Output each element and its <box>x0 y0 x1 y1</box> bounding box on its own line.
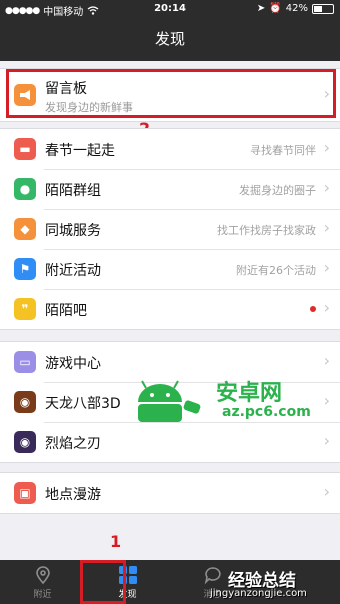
list-item-sub: 找工作找房子找家政 <box>217 224 316 237</box>
chevron-right-icon: › <box>323 482 330 501</box>
chevron-right-icon: › <box>323 178 330 197</box>
android-watermark-icon <box>138 380 201 422</box>
chevron-right-icon: › <box>323 138 330 157</box>
page-title: 发现 <box>154 30 185 48</box>
game-avatar-icon: ◉ <box>14 431 36 453</box>
gamepad-icon: ▭ <box>14 351 36 373</box>
list-item-label: 春节一起走 <box>45 143 115 159</box>
unread-dot <box>310 306 316 312</box>
list-item-sub: 发掘身边的圈子 <box>239 184 316 197</box>
chevron-right-icon: › <box>323 391 330 410</box>
list-item-nearby-events[interactable]: ⚑ 附近活动 附近有26个活动 › <box>0 249 340 289</box>
list-item-sub: 寻找春节同伴 <box>250 144 316 157</box>
chevron-right-icon: › <box>323 298 330 317</box>
chat-bubble-icon <box>204 567 221 585</box>
list-item-label: 地点漫游 <box>45 487 101 503</box>
chevron-right-icon: › <box>323 258 330 277</box>
watermark-url: jingyanzongjie.com <box>210 588 307 599</box>
battery-percent: 42% <box>285 3 308 14</box>
list-item-label: 天龙八部3D <box>45 396 121 412</box>
list-item-spring-festival[interactable]: ▬ 春节一起走 寻找春节同伴 › <box>0 129 340 169</box>
tag-icon: ◆ <box>14 218 36 240</box>
group-icon: ● <box>14 178 36 200</box>
list-item-game-center[interactable]: ▭ 游戏中心 › <box>0 342 340 382</box>
chevron-right-icon: › <box>323 431 330 450</box>
list-item-label: 烈焰之刃 <box>45 436 101 452</box>
nav-bar: 发现 <box>0 18 340 61</box>
list-item-label: 同城服务 <box>45 223 101 239</box>
battery-icon <box>312 3 334 14</box>
chevron-right-icon: › <box>323 218 330 237</box>
list-item-groups[interactable]: ● 陌陌群组 发掘身边的圈子 › <box>0 169 340 209</box>
quote-icon: ❞ <box>14 298 36 320</box>
watermark-title: 安卓网 <box>216 381 283 406</box>
list-item-momo-bar[interactable]: ❞ 陌陌吧 › <box>0 289 340 329</box>
status-bar: ●●●●● 中国移动 20:14 ➤ ⏰ 42% <box>0 0 340 18</box>
list-item-sub: 附近有26个活动 <box>236 264 316 277</box>
location-pin-icon <box>35 566 50 585</box>
list-item-location-roaming[interactable]: ▣ 地点漫游 › <box>0 473 340 513</box>
list-item-label: 陌陌群组 <box>45 183 101 199</box>
list-item-label: 陌陌吧 <box>45 303 87 319</box>
game-avatar-icon: ◉ <box>14 391 36 413</box>
watermark-url: az.pc6.com <box>222 404 311 420</box>
list-item-city-service[interactable]: ◆ 同城服务 找工作找房子找家政 › <box>0 209 340 249</box>
highlight-box-1 <box>80 560 126 604</box>
tab-nearby[interactable]: 附近 <box>0 560 85 604</box>
roaming-group: ▣ 地点漫游 › <box>0 472 340 514</box>
location-arrow-icon: ➤ <box>256 3 266 14</box>
lantern-icon: ▬ <box>14 138 36 160</box>
chevron-right-icon: › <box>323 351 330 370</box>
highlight-box-2 <box>6 69 336 118</box>
suitcase-icon: ▣ <box>14 482 36 504</box>
features-group: ▬ 春节一起走 寻找春节同伴 › ● 陌陌群组 发掘身边的圈子 › ◆ 同城服务… <box>0 128 340 330</box>
flag-icon: ⚑ <box>14 258 36 280</box>
annotation-1: 1 <box>110 532 122 551</box>
tab-label: 附近 <box>33 590 52 600</box>
list-item-label: 附近活动 <box>45 263 101 279</box>
alarm-icon: ⏰ <box>269 3 282 14</box>
list-item-label: 游戏中心 <box>45 356 101 372</box>
